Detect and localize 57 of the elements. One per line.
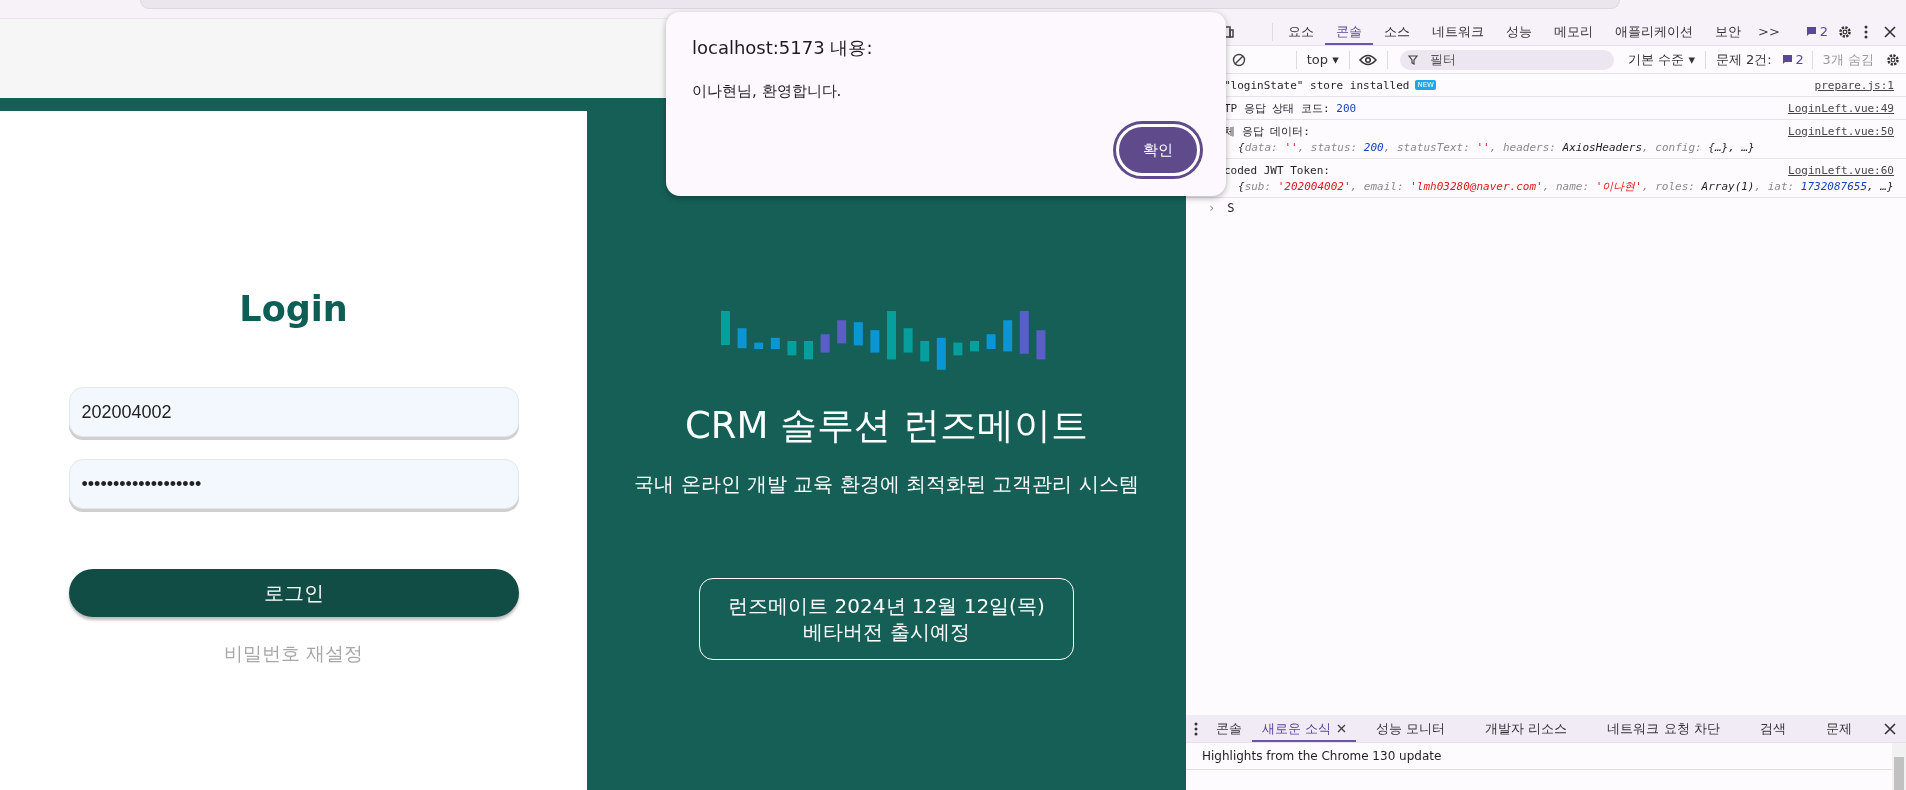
devtools-tab[interactable]: 메모리: [1543, 18, 1604, 45]
filter-icon: [1408, 54, 1419, 65]
log-level-dropdown[interactable]: 기본 수준 ▾: [1628, 50, 1696, 69]
scrollbar[interactable]: [1892, 743, 1906, 790]
issues-badge[interactable]: 2: [1805, 24, 1828, 39]
devtools-tab[interactable]: 보안: [1704, 18, 1752, 45]
filter-placeholder: 필터: [1430, 50, 1457, 69]
login-button[interactable]: 로그인: [68, 569, 519, 617]
close-icon[interactable]: [1337, 724, 1347, 733]
prompt-symbol: ›: [1208, 201, 1216, 215]
devtools-tab[interactable]: 애플리케이션: [1604, 18, 1704, 45]
dialog-title: localhost:5173 내용:: [692, 36, 874, 60]
context-dropdown[interactable]: top ▾: [1306, 52, 1339, 67]
drawer-tab[interactable]: 새로운 소식: [1252, 715, 1357, 742]
devtools-tab[interactable]: 성능: [1495, 18, 1543, 45]
eye-icon[interactable]: [1359, 53, 1378, 66]
console-message: "loginState" store installed: [1224, 78, 1410, 92]
confirm-button[interactable]: 확인: [1116, 124, 1200, 176]
id-field[interactable]: 202004002: [68, 387, 519, 437]
close-icon[interactable]: [1884, 722, 1896, 735]
more-options-icon[interactable]: [1194, 721, 1198, 736]
clear-console-icon[interactable]: [1232, 52, 1246, 67]
source-link[interactable]: LoginLeft.vue:50: [1788, 124, 1894, 138]
hidden-count: 3개 숨김: [1822, 50, 1874, 69]
devtools-tab[interactable]: 소스: [1373, 18, 1421, 45]
drawer-tab[interactable]: 성능 모니터: [1356, 715, 1466, 742]
drawer-tab[interactable]: 문제: [1805, 715, 1872, 742]
devtools-tab[interactable]: 네트워크: [1421, 18, 1495, 45]
filter-field[interactable]: 필터: [1400, 49, 1615, 70]
issues-label: 문제 2건:: [1715, 50, 1772, 69]
password-field[interactable]: •••••••••••••••••••: [68, 459, 519, 509]
console-message: coded JWT Token:: [1224, 163, 1330, 177]
drawer-tab[interactable]: 네트워크 요청 차단: [1587, 715, 1740, 742]
dialog-message: 이나현님, 환영합니다.: [692, 82, 843, 101]
notice-text: 베타버전 출시예정: [802, 619, 971, 645]
source-link[interactable]: LoginLeft.vue:60: [1788, 163, 1894, 177]
drawer-tab[interactable]: 개발자 리소스: [1465, 715, 1588, 742]
login-title: Login: [239, 289, 348, 329]
console-input[interactable]: S: [1227, 201, 1235, 215]
source-link[interactable]: LoginLeft.vue:49: [1788, 101, 1894, 115]
drawer-tab[interactable]: 검색: [1739, 715, 1806, 742]
close-icon[interactable]: [1884, 25, 1896, 38]
drawer-tab[interactable]: 콘솔: [1206, 715, 1252, 742]
more-options-icon[interactable]: [1864, 24, 1868, 39]
source-link[interactable]: prepare.js:1: [1814, 78, 1894, 92]
settings-icon[interactable]: [1886, 52, 1900, 67]
object-preview[interactable]: {data: '', status: 200, statusText: '', headers: AxiosHeaders, config: {…}, …}: [1224, 140, 1755, 154]
settings-icon[interactable]: [1838, 24, 1852, 39]
more-tabs-button[interactable]: >>: [1758, 24, 1780, 39]
devtools-tab[interactable]: 콘솔: [1325, 18, 1373, 45]
devtools-tab[interactable]: 요소: [1277, 18, 1325, 45]
promo-subtitle: 국내 온라인 개발 교육 환경에 최적화된 고객관리 시스템: [634, 471, 1139, 498]
promo-title: CRM 솔루션 런즈메이트: [685, 403, 1088, 449]
object-preview[interactable]: {sub: '202004002', email: 'lmh03280@naver.com', name: '이나현', roles: Array(1), iat: 1732087655, …}: [1224, 178, 1894, 194]
issues-badge[interactable]: 2: [1781, 52, 1804, 67]
update-headline[interactable]: Highlights from the Chrome 130 update: [1186, 743, 1892, 770]
notice-text: 런즈메이트 2024년 12월 12일(목): [727, 593, 1046, 619]
